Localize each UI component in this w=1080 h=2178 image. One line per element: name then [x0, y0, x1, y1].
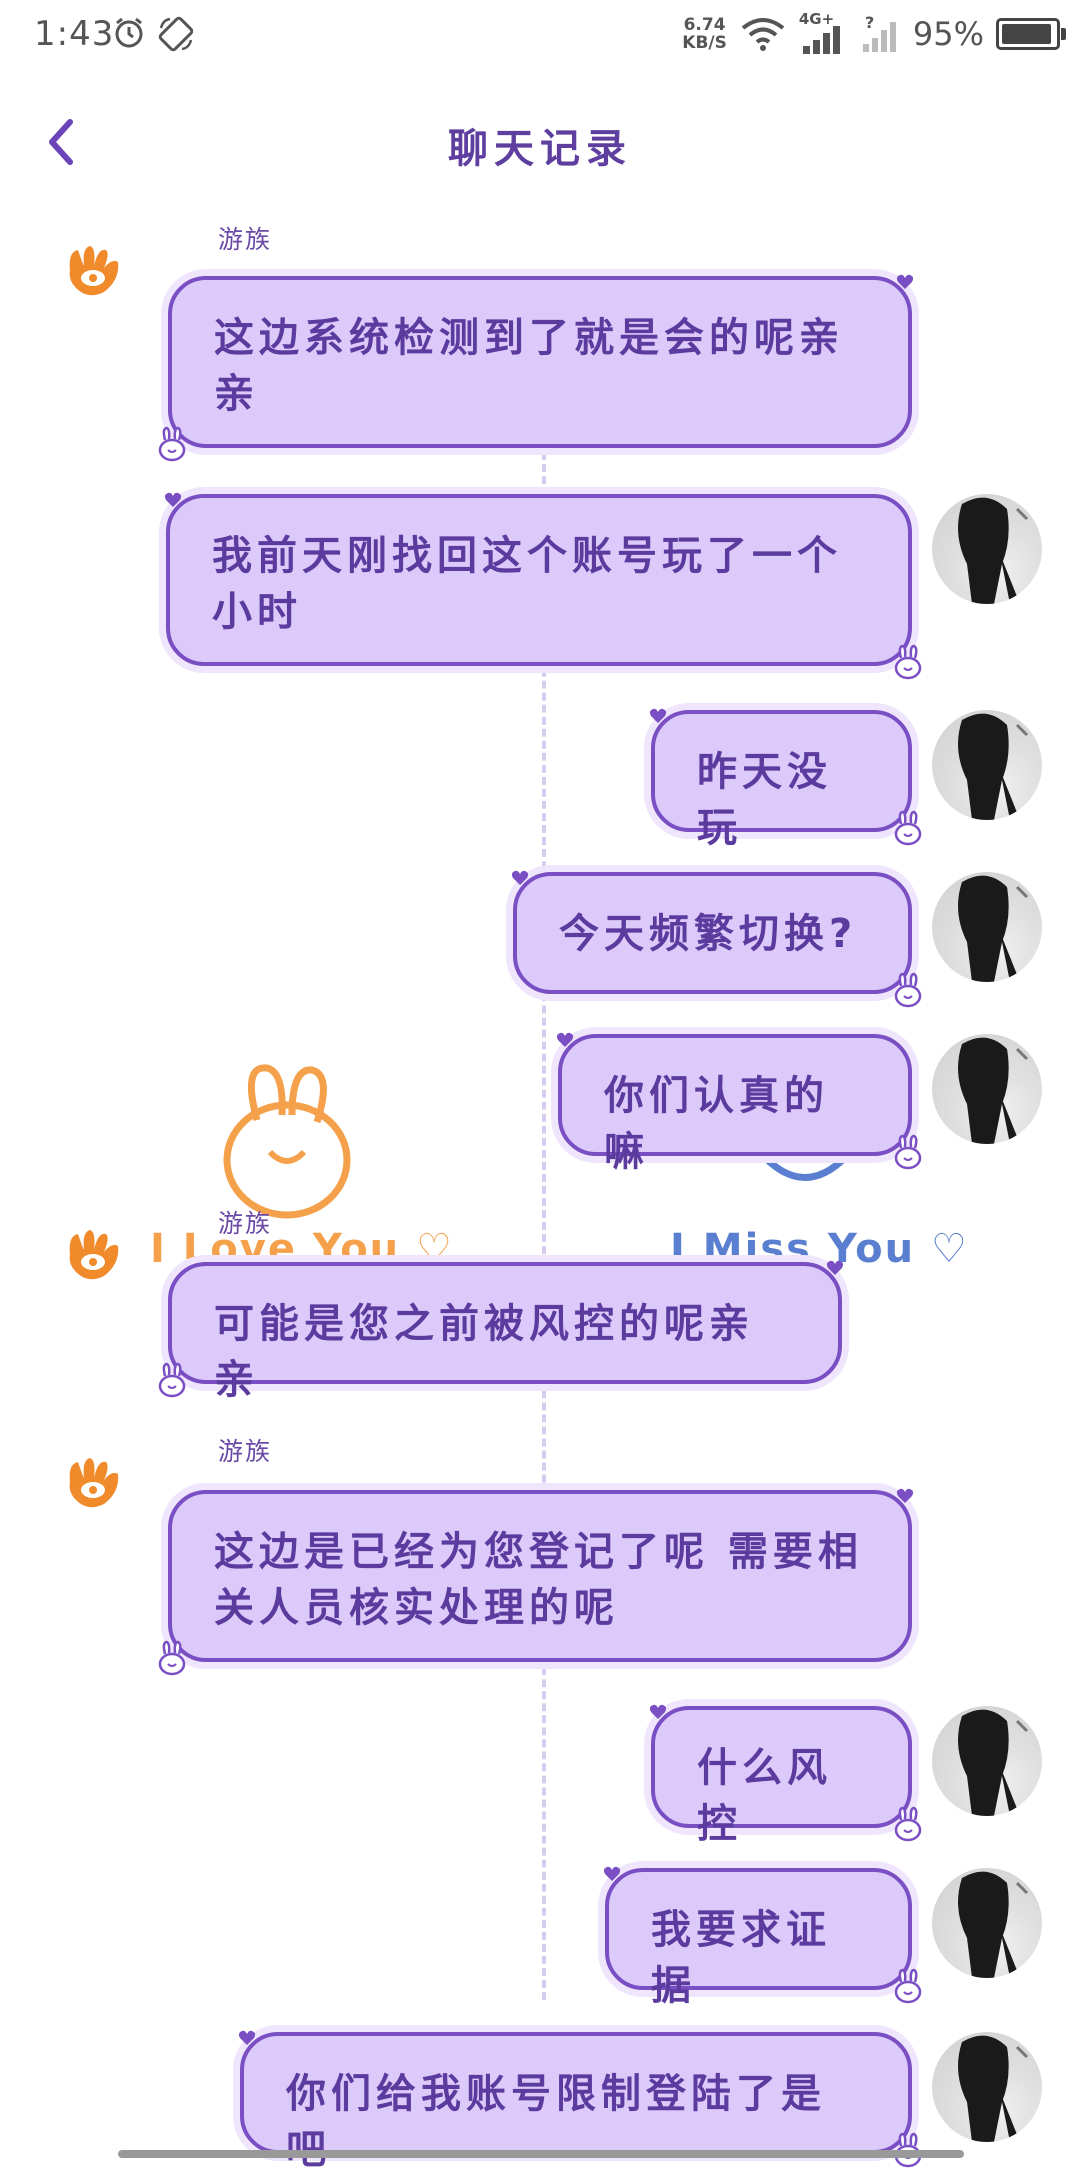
- timeline-divider: [542, 440, 546, 2000]
- status-right: 6.74 KB/S 4G+ ? 95%: [682, 10, 1066, 54]
- chat-bubble-outgoing[interactable]: 你们认真的嘛: [556, 1032, 922, 1175]
- battery-icon: [996, 18, 1066, 50]
- heart-icon: [164, 492, 182, 507]
- agent-hand-icon[interactable]: [62, 1224, 124, 1286]
- user-photo: [958, 1709, 1029, 1816]
- heart-icon: [649, 1704, 667, 1719]
- user-avatar[interactable]: [932, 710, 1042, 820]
- sender-name: 游族: [218, 1209, 273, 1238]
- user-photo: [958, 497, 1029, 604]
- heart-icon: [603, 1866, 621, 1881]
- bunny-icon: [158, 1640, 186, 1676]
- bunny-icon: [894, 1134, 922, 1170]
- signal-icon: [802, 26, 840, 54]
- bunny-icon: [894, 644, 922, 680]
- user-avatar[interactable]: [932, 1706, 1042, 1816]
- status-time: 1:43: [34, 14, 115, 54]
- bunny-icon: [158, 1362, 186, 1398]
- battery-percent: 95%: [912, 15, 984, 53]
- message-text: 今天频繁切换?: [559, 911, 858, 957]
- bunny-icon: [894, 1806, 922, 1842]
- chat-bubble-outgoing[interactable]: 什么风控: [649, 1704, 922, 1847]
- user-avatar[interactable]: [932, 1868, 1042, 1978]
- heart-icon: [896, 274, 914, 289]
- message-text: 昨天没玩: [697, 749, 832, 851]
- chat-bubble-incoming[interactable]: 这边系统检测到了就是会的呢亲亲: [158, 274, 914, 462]
- user-avatar[interactable]: [932, 1034, 1042, 1144]
- chat-bubble-incoming[interactable]: 这边是已经为您登记了呢 需要相关人员核实处理的呢: [158, 1488, 914, 1676]
- net-speed-value: 6.74: [683, 15, 726, 35]
- chat-bubble-outgoing[interactable]: 我要求证据: [603, 1866, 922, 2009]
- user-avatar[interactable]: [932, 2032, 1042, 2142]
- battery-fill: [1002, 24, 1052, 44]
- chat-header: 聊天记录: [0, 96, 1080, 186]
- heart-icon: [649, 708, 667, 723]
- user-photo: [958, 713, 1029, 820]
- net-speed-unit: KB/S: [682, 33, 727, 53]
- bunny-sticker-left: [223, 1064, 351, 1219]
- message-text: 我前天刚找回这个账号玩了一个小时: [212, 533, 842, 635]
- user-photo: [958, 875, 1029, 982]
- chat-bubble-outgoing[interactable]: 你们给我账号限制登陆了是吧: [238, 2030, 922, 2173]
- chat-bubble-outgoing[interactable]: 我前天刚找回这个账号玩了一个小时: [164, 492, 922, 680]
- chat-bubble-outgoing[interactable]: 昨天没玩: [649, 708, 922, 851]
- user-avatar[interactable]: [932, 494, 1042, 604]
- user-photo: [958, 2035, 1029, 2142]
- heart-icon: [826, 1260, 844, 1275]
- wifi-icon: [741, 18, 785, 51]
- message-text: 这边是已经为您登记了呢 需要相关人员核实处理的呢: [214, 1529, 863, 1631]
- page-title: 聊天记录: [448, 126, 632, 172]
- user-avatar[interactable]: [932, 872, 1042, 982]
- bunny-icon: [158, 426, 186, 462]
- heart-icon: [511, 870, 529, 885]
- alarm-icon: [115, 17, 143, 48]
- chat-bubble-outgoing[interactable]: 今天频繁切换?: [511, 870, 922, 1008]
- bunny-icon: [894, 810, 922, 846]
- heart-icon: [896, 1488, 914, 1503]
- signal-no-sim-icon: ?: [862, 14, 896, 52]
- message-text: 什么风控: [697, 1745, 832, 1847]
- bunny-icon: [894, 972, 922, 1008]
- bunny-icon: [894, 1968, 922, 2004]
- heart-icon: [238, 2030, 256, 2045]
- message-text: 可能是您之前被风控的呢亲亲: [214, 1301, 754, 1403]
- message-text: 我要求证据: [651, 1907, 831, 2009]
- message-text: 这边系统检测到了就是会的呢亲亲: [214, 315, 844, 417]
- home-indicator[interactable]: [118, 2150, 964, 2158]
- svg-text:?: ?: [865, 14, 874, 32]
- agent-hand-icon[interactable]: [62, 1452, 124, 1514]
- status-bar: 1:43 6.74 KB/S 4G+ ? 95%: [0, 0, 1080, 76]
- signal-4g: 4G+: [799, 10, 849, 54]
- sender-name: 游族: [218, 1437, 273, 1466]
- sender-name: 游族: [218, 225, 273, 254]
- user-photo: [958, 1037, 1029, 1144]
- net-speed: 6.74 KB/S: [682, 16, 727, 52]
- user-photo: [958, 1871, 1029, 1978]
- auto-rotate-icon: [158, 16, 194, 52]
- chat-bubble-incoming[interactable]: 可能是您之前被风控的呢亲亲: [158, 1260, 844, 1403]
- heart-icon: [556, 1032, 574, 1047]
- agent-hand-icon[interactable]: [62, 240, 124, 302]
